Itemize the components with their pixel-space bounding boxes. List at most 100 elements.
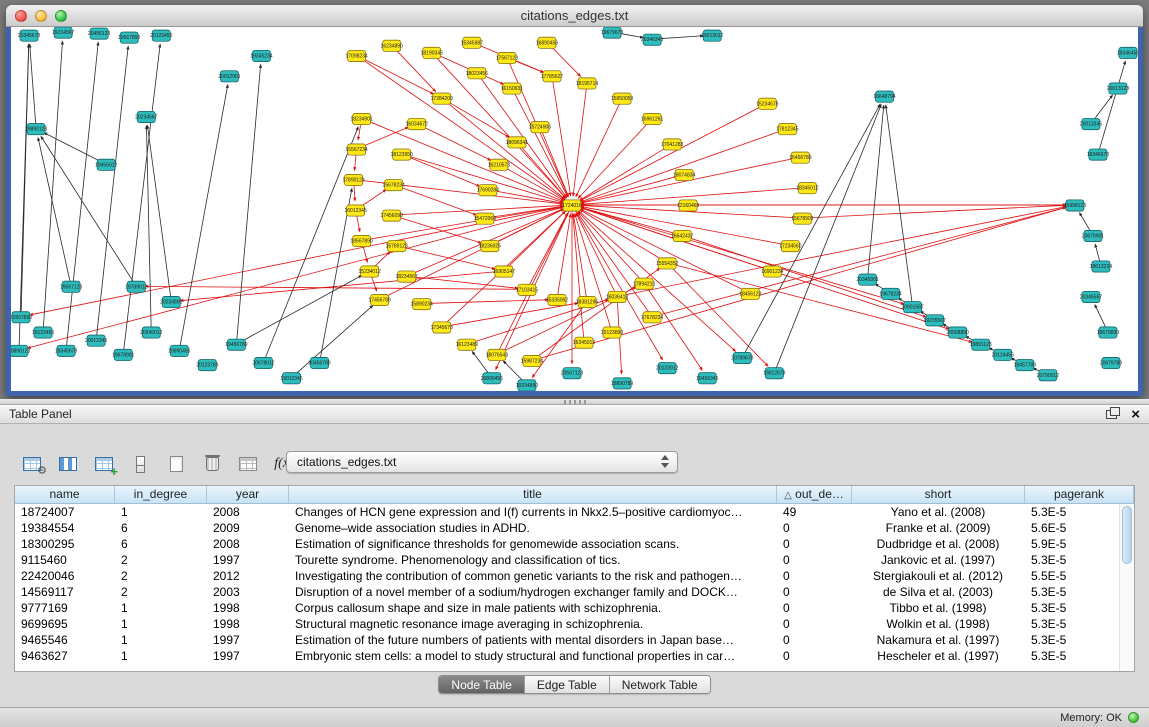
graph-edge[interactable] — [44, 133, 106, 165]
graph-node[interactable]: 18074834 — [673, 169, 695, 180]
graph-node[interactable]: 17234560 — [779, 241, 801, 252]
table-row[interactable]: 977716911998Corpus callosum shape and si… — [15, 600, 1134, 616]
graph-node[interactable]: 18076543 — [486, 349, 508, 360]
graph-node[interactable]: 16210573 — [488, 159, 510, 170]
panel-splitter[interactable] — [0, 399, 1149, 405]
graph-node[interactable]: 20345901 — [856, 274, 878, 285]
graph-edge[interactable] — [742, 104, 880, 357]
graph-node[interactable]: 19890123 — [25, 124, 47, 135]
graph-edge[interactable] — [442, 98, 565, 199]
graph-node[interactable]: 19234890 — [516, 380, 538, 391]
graph-node[interactable]: 16036418 — [606, 291, 628, 302]
close-panel-icon[interactable]: × — [1131, 407, 1140, 422]
graph-edge[interactable] — [557, 214, 571, 300]
graph-edge[interactable] — [123, 44, 160, 354]
graph-node[interactable]: 20234890 — [160, 296, 182, 307]
column-header-pagerank[interactable]: pagerank — [1025, 486, 1134, 503]
graph-edge[interactable] — [667, 263, 972, 342]
graph-edge[interactable] — [667, 263, 768, 366]
graph-node[interactable]: 18234901 — [351, 113, 373, 124]
graph-node[interactable]: 19345234 — [250, 50, 272, 61]
graph-node[interactable]: 12160469 — [677, 200, 699, 211]
row-height-button[interactable] — [124, 450, 156, 478]
graph-node[interactable]: 19678901 — [112, 349, 134, 360]
graph-node[interactable]: 16890456 — [536, 37, 558, 48]
graph-node[interactable]: 19890456 — [168, 345, 190, 356]
graph-node[interactable]: 20123789 — [196, 359, 218, 370]
graph-node[interactable]: 19346456 — [1117, 47, 1138, 58]
graph-node[interactable]: 19679890 — [1097, 327, 1119, 338]
graph-node[interactable]: 15987234 — [521, 355, 543, 366]
graph-edge[interactable] — [497, 213, 568, 354]
graph-node[interactable]: 18236025 — [479, 241, 501, 252]
graph-node[interactable]: 18190345 — [421, 47, 443, 58]
graph-node[interactable]: 17678234 — [641, 312, 663, 323]
graph-node[interactable]: 18096341 — [506, 137, 528, 148]
graph-node[interactable]: 20890456 — [481, 373, 503, 384]
graph-node[interactable]: 16150631 — [501, 83, 523, 94]
window-minimize-button[interactable] — [35, 10, 47, 22]
new-table-button[interactable] — [160, 450, 192, 478]
graph-node[interactable]: 18123950 — [391, 149, 413, 160]
graph-node[interactable]: 20012901 — [218, 71, 240, 82]
graph-edge[interactable] — [28, 205, 572, 348]
graph-node[interactable]: 16456789 — [789, 152, 811, 163]
graph-edge[interactable] — [263, 127, 358, 363]
graph-node[interactable]: 19678234 — [879, 288, 901, 299]
table-row[interactable]: 1872400712008Changes of HCN gene express… — [15, 504, 1134, 520]
graph-node[interactable]: 19012345 — [280, 373, 302, 384]
graph-node[interactable]: 17456789 — [369, 294, 391, 305]
table-scrollbar[interactable] — [1119, 504, 1134, 671]
graph-node[interactable]: 16234890 — [381, 40, 403, 51]
table-row[interactable]: 946362711997Embryonic stem cells: a mode… — [15, 648, 1134, 664]
graph-edge[interactable] — [19, 44, 29, 350]
graph-node[interactable]: 18567890 — [351, 235, 373, 246]
graph-node[interactable]: 20124456 — [992, 349, 1014, 360]
graph-edge[interactable] — [802, 205, 1065, 218]
graph-node[interactable]: 17690284 — [477, 185, 499, 196]
graph-node[interactable]: 20345012 — [140, 327, 162, 338]
graph-node[interactable]: 20890123 — [11, 345, 30, 356]
graph-edge[interactable] — [617, 207, 1066, 297]
graph-node[interactable]: 20568890 — [947, 327, 969, 338]
graph-node[interactable]: 19457789 — [1014, 359, 1036, 370]
graph-node[interactable]: 18345012 — [796, 183, 818, 194]
network-canvas[interactable]: 1724016161506311778562718195714159500591… — [11, 27, 1138, 391]
graph-edge[interactable] — [580, 210, 667, 263]
graph-node[interactable]: 15567234 — [346, 144, 368, 155]
table-settings-button[interactable] — [16, 450, 48, 478]
graph-edge[interactable] — [146, 126, 151, 332]
graph-node[interactable]: 19346678 — [1087, 149, 1109, 160]
graph-node[interactable]: 19013234 — [1090, 261, 1112, 272]
graph-node[interactable]: 20901567 — [901, 302, 923, 313]
graph-node[interactable]: 17812345 — [776, 124, 798, 135]
graph-node[interactable]: 17103415 — [516, 284, 538, 295]
graph-node[interactable]: 19891123 — [970, 339, 992, 350]
graph-node[interactable]: 16901234 — [761, 266, 783, 277]
graph-node[interactable]: 16905147 — [493, 266, 515, 277]
graph-node[interactable]: 20679789 — [1100, 357, 1122, 368]
graph-node[interactable]: 18234567 — [396, 271, 418, 282]
graph-node[interactable]: 20679901 — [1082, 230, 1104, 241]
graph-node[interactable]: 17345678 — [431, 322, 453, 333]
graph-node[interactable]: 19567890 — [118, 32, 140, 43]
graph-node[interactable]: 16123489 — [456, 339, 478, 350]
graph-edge[interactable] — [580, 103, 767, 201]
graph-node[interactable]: 16648794 — [873, 91, 895, 102]
graph-node[interactable]: 20123012 — [656, 363, 678, 374]
graph-edge[interactable] — [573, 83, 587, 196]
graph-node[interactable]: 20012345 — [85, 335, 107, 346]
graph-node[interactable]: 15234678 — [756, 98, 778, 109]
graph-edge[interactable] — [580, 144, 672, 200]
graph-node[interactable]: 1724016 — [562, 200, 582, 211]
table-row[interactable]: 1938455462009Genome–wide association stu… — [15, 520, 1134, 536]
delete-table-button[interactable] — [196, 450, 228, 478]
graph-node[interactable]: 19679678 — [601, 27, 623, 38]
table-row[interactable]: 969969511998Structural magnetic resonanc… — [15, 616, 1134, 632]
graph-edge[interactable] — [422, 300, 548, 304]
graph-edge[interactable] — [147, 126, 171, 302]
table-row[interactable]: 2242004622012Investigating the contribut… — [15, 568, 1134, 584]
graph-node[interactable]: 17894210 — [633, 278, 655, 289]
graph-node[interactable]: 17890123 — [342, 174, 364, 185]
column-header-name[interactable]: name — [15, 486, 115, 503]
